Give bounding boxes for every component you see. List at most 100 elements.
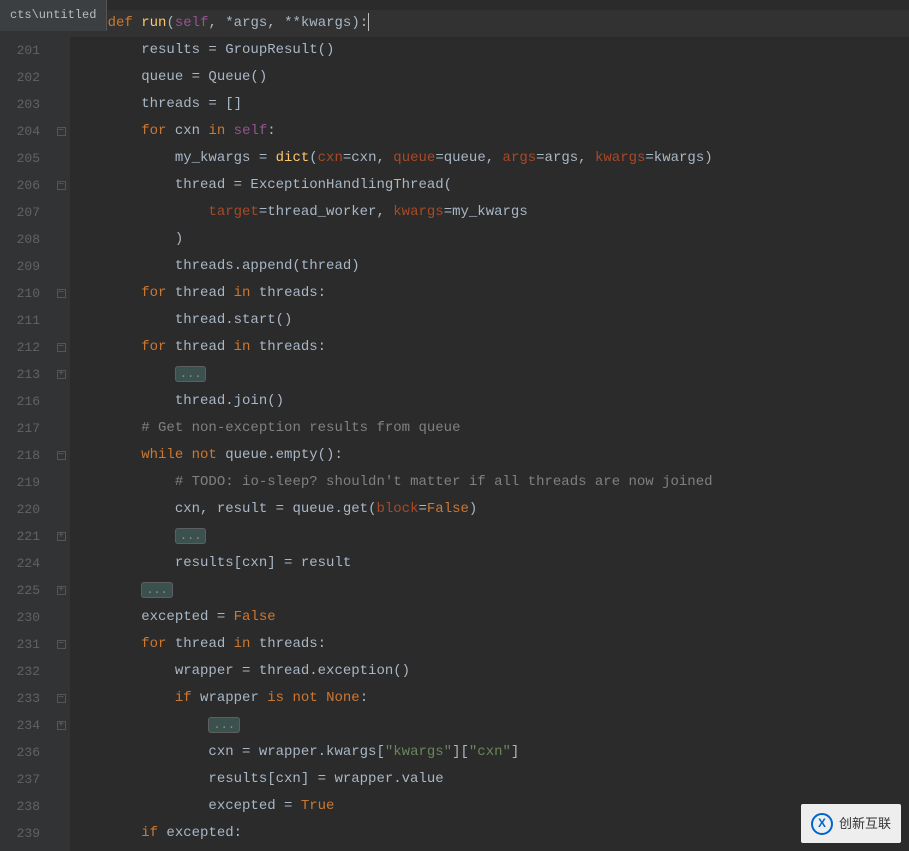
code-line[interactable]: for cxn in self: (70, 118, 909, 145)
line-number: 233 (0, 685, 40, 712)
code-line[interactable]: results = GroupResult() (70, 37, 909, 64)
line-number: 218 (0, 442, 40, 469)
code-line[interactable]: results[cxn] = result (70, 550, 909, 577)
code-line[interactable]: target=thread_worker, kwargs=my_kwargs (70, 199, 909, 226)
line-number: 225 (0, 577, 40, 604)
line-number: 232 (0, 658, 40, 685)
code-line[interactable]: thread.join() (70, 388, 909, 415)
fold-expand-icon[interactable]: + (52, 577, 70, 604)
fold-none (52, 199, 70, 226)
code-line[interactable]: threads.append(thread) (70, 253, 909, 280)
line-number-gutter: 2012022032042052062072082092102112122132… (0, 0, 52, 851)
fold-none (52, 253, 70, 280)
line-number: 231 (0, 631, 40, 658)
line-number: 238 (0, 793, 40, 820)
watermark-badge: X 创新互联 (801, 804, 901, 843)
fold-none (52, 307, 70, 334)
line-number: 204 (0, 118, 40, 145)
fold-none (52, 793, 70, 820)
code-line[interactable]: ... (70, 361, 909, 388)
code-line[interactable]: ) (70, 226, 909, 253)
code-line[interactable]: for thread in threads: (70, 280, 909, 307)
line-number: 203 (0, 91, 40, 118)
line-number: 224 (0, 550, 40, 577)
tab-bar: cts\untitled (0, 0, 107, 31)
code-line[interactable]: if excepted: (70, 820, 909, 847)
fold-none (52, 37, 70, 64)
code-line[interactable]: wrapper = thread.exception() (70, 658, 909, 685)
line-number: 211 (0, 307, 40, 334)
code-line[interactable]: ... (70, 577, 909, 604)
code-line[interactable]: ... (70, 523, 909, 550)
code-line[interactable]: excepted = True (70, 793, 909, 820)
code-line[interactable]: def run(self, *args, **kwargs): (70, 10, 909, 37)
code-line[interactable]: cxn = wrapper.kwargs["kwargs"]["cxn"] (70, 739, 909, 766)
fold-none (52, 415, 70, 442)
tab-untitled[interactable]: cts\untitled (0, 0, 107, 31)
code-line[interactable]: # TODO: io-sleep? shouldn't matter if al… (70, 469, 909, 496)
watermark-logo-icon: X (811, 813, 833, 835)
fold-collapse-icon[interactable]: − (52, 280, 70, 307)
code-line[interactable]: queue = Queue() (70, 64, 909, 91)
line-number: 205 (0, 145, 40, 172)
fold-none (52, 739, 70, 766)
code-line[interactable]: results[cxn] = wrapper.value (70, 766, 909, 793)
line-number: 216 (0, 388, 40, 415)
fold-collapse-icon[interactable]: − (52, 118, 70, 145)
fold-none (52, 550, 70, 577)
line-number: 230 (0, 604, 40, 631)
code-line[interactable]: while not queue.empty(): (70, 442, 909, 469)
fold-collapse-icon[interactable]: − (52, 334, 70, 361)
line-number: 236 (0, 739, 40, 766)
line-number: 237 (0, 766, 40, 793)
fold-none (52, 91, 70, 118)
fold-collapse-icon[interactable]: − (52, 685, 70, 712)
fold-collapse-icon[interactable]: − (52, 442, 70, 469)
line-number: 201 (0, 37, 40, 64)
code-line[interactable]: thread = ExceptionHandlingThread( (70, 172, 909, 199)
fold-collapse-icon[interactable]: − (52, 172, 70, 199)
fold-none (52, 658, 70, 685)
fold-none (52, 145, 70, 172)
line-number: 209 (0, 253, 40, 280)
fold-none (52, 604, 70, 631)
fold-expand-icon[interactable]: + (52, 361, 70, 388)
code-line[interactable]: # Get non-exception results from queue (70, 415, 909, 442)
fold-none (52, 388, 70, 415)
fold-none (52, 469, 70, 496)
line-number: 219 (0, 469, 40, 496)
code-line[interactable]: for thread in threads: (70, 631, 909, 658)
fold-none (52, 64, 70, 91)
line-number: 210 (0, 280, 40, 307)
code-line[interactable]: for thread in threads: (70, 334, 909, 361)
code-line[interactable]: excepted = False (70, 604, 909, 631)
line-number: 239 (0, 820, 40, 847)
line-number: 208 (0, 226, 40, 253)
line-number: 213 (0, 361, 40, 388)
code-editor: cts\untitled 201202203204205206207208209… (0, 0, 909, 851)
code-line[interactable]: thread.start() (70, 307, 909, 334)
line-number: 207 (0, 199, 40, 226)
fold-none (52, 226, 70, 253)
fold-column: −−−−−+−++−−+ (52, 0, 70, 851)
fold-none (52, 820, 70, 847)
watermark-text: 创新互联 (839, 810, 891, 837)
fold-collapse-icon[interactable]: − (52, 631, 70, 658)
code-line[interactable]: if wrapper is not None: (70, 685, 909, 712)
code-area[interactable]: def run(self, *args, **kwargs): results … (70, 0, 909, 851)
line-number: 221 (0, 523, 40, 550)
code-line[interactable]: threads = [] (70, 91, 909, 118)
line-number: 234 (0, 712, 40, 739)
fold-none (52, 496, 70, 523)
code-line[interactable]: ... (70, 712, 909, 739)
code-line[interactable]: my_kwargs = dict(cxn=cxn, queue=queue, a… (70, 145, 909, 172)
line-number: 220 (0, 496, 40, 523)
line-number: 202 (0, 64, 40, 91)
fold-none (52, 766, 70, 793)
fold-expand-icon[interactable]: + (52, 523, 70, 550)
code-line[interactable]: cxn, result = queue.get(block=False) (70, 496, 909, 523)
line-number: 217 (0, 415, 40, 442)
line-number: 206 (0, 172, 40, 199)
line-number: 212 (0, 334, 40, 361)
fold-expand-icon[interactable]: + (52, 712, 70, 739)
